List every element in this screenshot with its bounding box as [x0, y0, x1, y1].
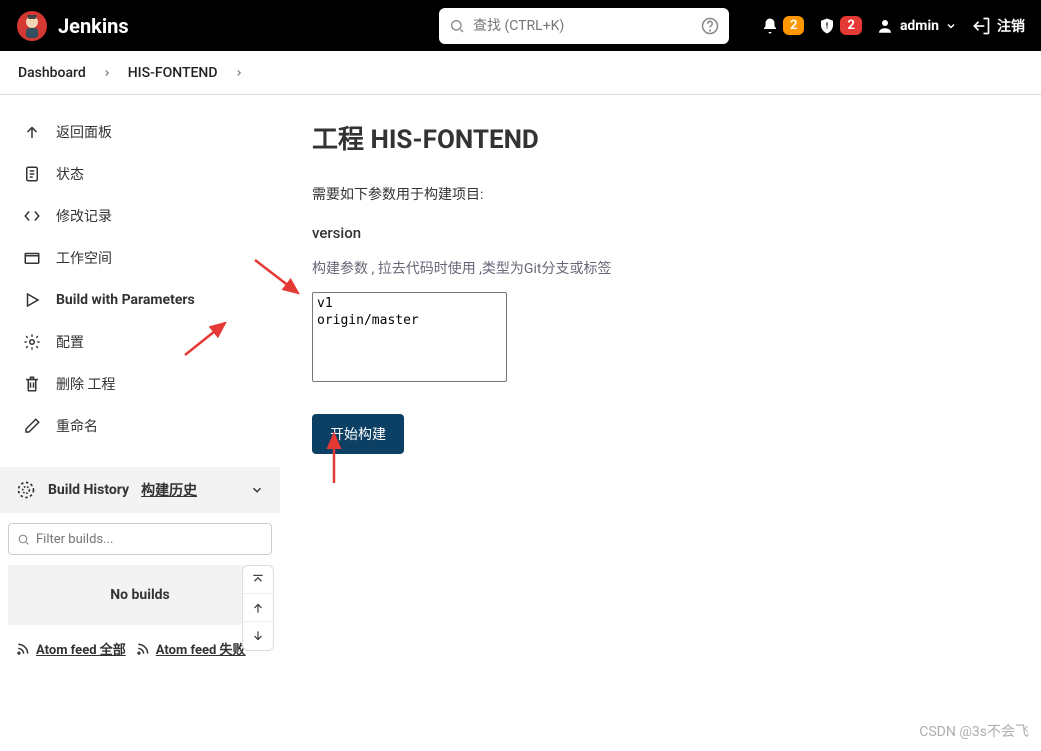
sidebar: 返回面板 状态 修改记录 工作空间 Build with Parameters …: [0, 95, 280, 751]
sidebar-item-changes[interactable]: 修改记录: [10, 195, 270, 237]
filter-builds-box[interactable]: [8, 523, 272, 555]
param-desc: 构建参数 , 拉去代码时使用 ,类型为Git分支或标签: [312, 258, 1009, 278]
trash-icon: [22, 374, 42, 394]
code-icon: [22, 206, 42, 226]
build-history-header[interactable]: Build History 构建历史: [0, 467, 280, 513]
sidebar-item-configure[interactable]: 配置: [10, 321, 270, 363]
chevron-right-icon: [234, 68, 244, 78]
sidebar-item-label: 状态: [56, 164, 84, 184]
version-select[interactable]: v1 origin/master: [312, 292, 507, 382]
app-title: Jenkins: [58, 14, 129, 38]
header: Jenkins 2 ! 2 admin 注销: [0, 0, 1041, 51]
option-v1[interactable]: v1: [315, 295, 504, 312]
jenkins-logo-icon: [16, 10, 48, 42]
notif-badge: 2: [783, 16, 804, 35]
chevron-down-icon: [945, 20, 957, 32]
sidebar-item-build-params[interactable]: Build with Parameters: [10, 279, 270, 321]
scroll-down-button[interactable]: [243, 622, 273, 650]
search-icon: [449, 18, 465, 34]
svg-text:!: !: [826, 21, 828, 31]
start-build-button[interactable]: 开始构建: [312, 414, 404, 454]
folder-icon: [22, 248, 42, 268]
atom-feed-fail[interactable]: Atom feed 失败: [136, 639, 246, 658]
doc-icon: [22, 164, 42, 184]
gear-icon: [22, 332, 42, 352]
scroll-nav: [242, 565, 274, 651]
intro-text: 需要如下参数用于构建项目:: [312, 184, 1009, 204]
security-button[interactable]: ! 2: [818, 16, 861, 35]
sidebar-item-label: 重命名: [56, 416, 98, 436]
sidebar-item-workspace[interactable]: 工作空间: [10, 237, 270, 279]
filter-builds-input[interactable]: [36, 532, 263, 547]
sidebar-item-delete[interactable]: 删除 工程: [10, 363, 270, 405]
play-icon: [22, 290, 42, 310]
atom-feed-all[interactable]: Atom feed 全部: [16, 639, 126, 658]
logout-label: 注销: [997, 16, 1025, 36]
breadcrumb-project[interactable]: HIS-FONTEND: [128, 65, 218, 81]
sidebar-item-label: 删除 工程: [56, 374, 115, 394]
notifications-button[interactable]: 2: [761, 16, 804, 35]
sidebar-item-rename[interactable]: 重命名: [10, 405, 270, 447]
no-builds-message: No builds: [8, 565, 272, 625]
logo[interactable]: Jenkins: [16, 10, 129, 42]
sidebar-item-label: 修改记录: [56, 206, 112, 226]
sidebar-item-label: Build with Parameters: [56, 292, 195, 308]
username: admin: [900, 18, 939, 34]
history-icon: [16, 480, 36, 500]
security-badge: 2: [840, 16, 861, 35]
sidebar-item-label: 配置: [56, 332, 84, 352]
rss-icon: [16, 642, 30, 656]
page-title: 工程 HIS-FONTEND: [312, 119, 1009, 156]
sidebar-item-label: 工作空间: [56, 248, 112, 268]
arrow-up-icon: [22, 122, 42, 142]
sidebar-item-back[interactable]: 返回面板: [10, 111, 270, 153]
user-menu[interactable]: admin: [876, 17, 957, 35]
bell-icon: [761, 17, 779, 35]
logout-icon: [971, 16, 991, 36]
history-sub: 构建历史: [141, 480, 197, 500]
rss-icon: [136, 642, 150, 656]
logout-button[interactable]: 注销: [971, 16, 1025, 36]
sidebar-item-status[interactable]: 状态: [10, 153, 270, 195]
param-name: version: [312, 224, 1009, 242]
breadcrumb: Dashboard HIS-FONTEND: [0, 51, 1041, 95]
scroll-top-button[interactable]: [243, 566, 273, 594]
chevron-down-icon: [250, 483, 264, 497]
pencil-icon: [22, 416, 42, 436]
history-title: Build History: [48, 482, 129, 498]
search-icon: [17, 533, 30, 546]
breadcrumb-dashboard[interactable]: Dashboard: [18, 65, 86, 81]
content: 工程 HIS-FONTEND 需要如下参数用于构建项目: version 构建参…: [280, 95, 1041, 751]
scroll-up-button[interactable]: [243, 594, 273, 622]
user-icon: [876, 17, 894, 35]
sidebar-item-label: 返回面板: [56, 122, 112, 142]
chevron-right-icon: [102, 68, 112, 78]
shield-icon: !: [818, 17, 836, 35]
watermark: CSDN @3s不会飞: [919, 721, 1029, 741]
help-icon[interactable]: [701, 17, 719, 35]
search-box[interactable]: [439, 8, 729, 44]
search-input[interactable]: [473, 18, 693, 34]
option-origin-master[interactable]: origin/master: [315, 312, 504, 329]
